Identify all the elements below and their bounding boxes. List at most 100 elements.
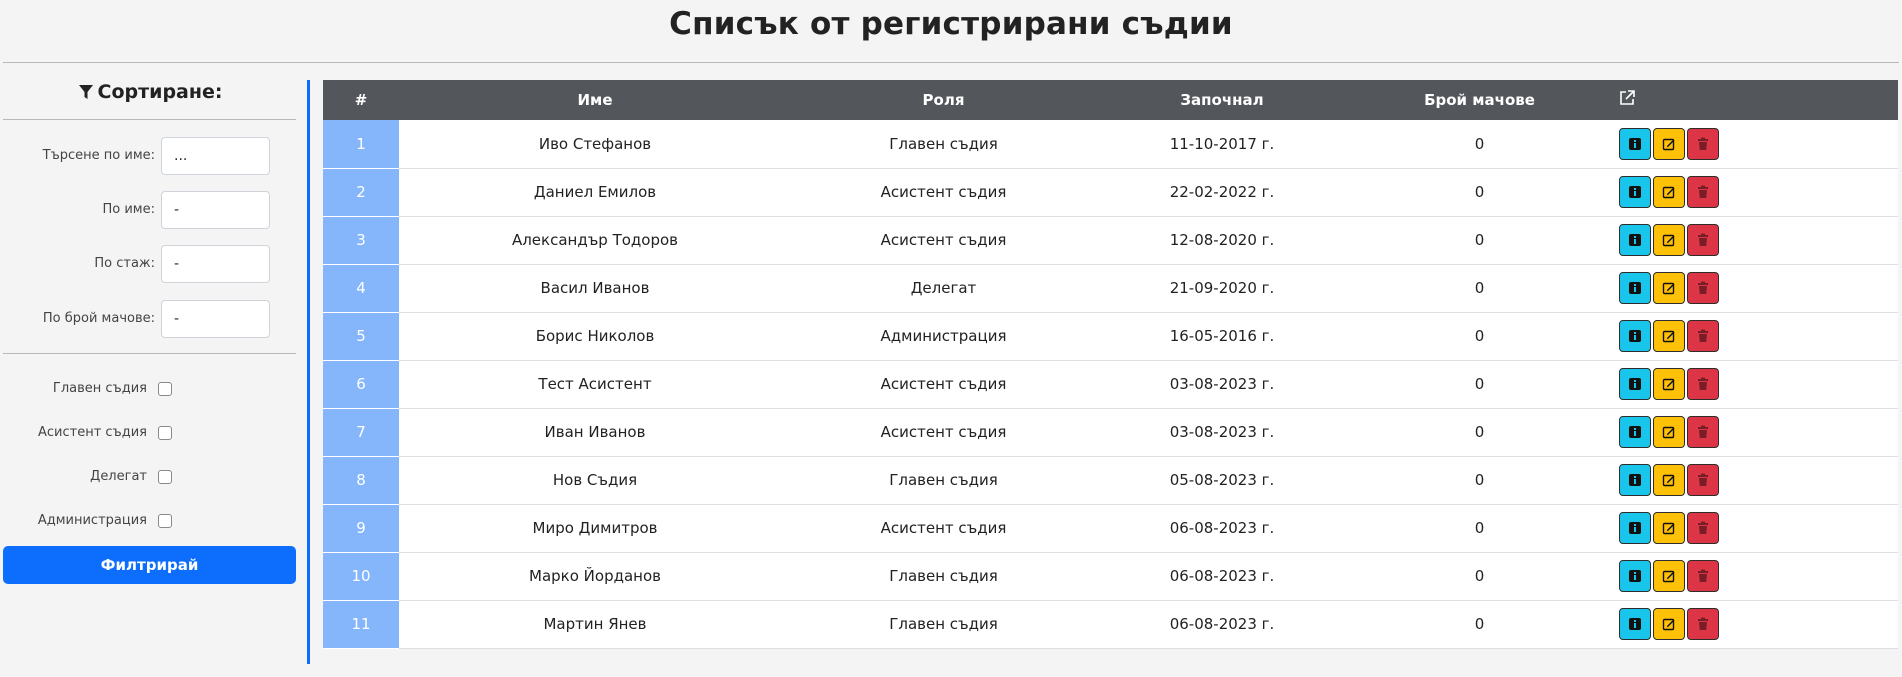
referee-start-date: 16-05-2016 г. bbox=[1169, 327, 1275, 345]
delete-button[interactable] bbox=[1687, 464, 1719, 496]
referee-role: Главен съдия bbox=[889, 134, 998, 153]
col-header-role[interactable]: Роля bbox=[791, 80, 1096, 120]
info-button[interactable] bbox=[1619, 272, 1651, 304]
referee-match-count: 0 bbox=[1474, 327, 1485, 345]
referee-name: Даниел Емилов bbox=[533, 183, 657, 201]
role-filter-assistant-referee: Асистент съдия bbox=[0, 421, 300, 445]
referee-name: Васил Иванов bbox=[540, 279, 650, 297]
delete-button[interactable] bbox=[1687, 512, 1719, 544]
edit-button[interactable] bbox=[1653, 272, 1685, 304]
sort-by-matches-row: По брой мачове: bbox=[0, 299, 300, 339]
referee-match-count: 0 bbox=[1474, 615, 1485, 633]
referees-table-container: # Име Роля Започнал Брой мачове 1 Иво Сте… bbox=[323, 80, 1898, 649]
sidebar-divider bbox=[3, 353, 296, 354]
referee-role: Асистент съдия bbox=[880, 231, 1007, 249]
referee-start-date: 03-08-2023 г. bbox=[1169, 375, 1275, 393]
row-index: 7 bbox=[323, 408, 399, 457]
referee-name: Борис Николов bbox=[535, 327, 655, 345]
edit-button[interactable] bbox=[1653, 416, 1685, 448]
delete-button[interactable] bbox=[1687, 320, 1719, 352]
edit-button[interactable] bbox=[1653, 320, 1685, 352]
info-button[interactable] bbox=[1619, 464, 1651, 496]
row-actions bbox=[1611, 216, 1898, 264]
row-index: 3 bbox=[323, 216, 399, 265]
delete-button[interactable] bbox=[1687, 608, 1719, 640]
row-actions bbox=[1611, 600, 1898, 648]
referee-role: Асистент съдия bbox=[880, 519, 1007, 537]
referee-start-date: 03-08-2023 г. bbox=[1169, 423, 1275, 441]
delete-button[interactable] bbox=[1687, 176, 1719, 208]
role-checkbox[interactable] bbox=[158, 382, 172, 396]
edit-button[interactable] bbox=[1653, 224, 1685, 256]
row-actions bbox=[1611, 408, 1898, 456]
role-checkbox[interactable] bbox=[158, 426, 172, 440]
row-index: 9 bbox=[323, 504, 399, 553]
role-checkbox[interactable] bbox=[158, 514, 172, 528]
sort-by-matches-select[interactable] bbox=[161, 300, 270, 338]
table-row: 2 Даниел Емилов Асистент съдия 22-02-2022 г… bbox=[323, 168, 1898, 217]
referee-match-count: 0 bbox=[1474, 134, 1485, 153]
edit-button[interactable] bbox=[1653, 176, 1685, 208]
referee-match-count: 0 bbox=[1474, 375, 1485, 393]
info-button[interactable] bbox=[1619, 560, 1651, 592]
info-button[interactable] bbox=[1619, 320, 1651, 352]
search-by-name-input[interactable] bbox=[161, 137, 270, 175]
table-header-row: # Име Роля Започнал Брой мачове bbox=[323, 80, 1898, 120]
info-button[interactable] bbox=[1619, 512, 1651, 544]
col-header-name[interactable]: Име bbox=[399, 80, 791, 120]
edit-button[interactable] bbox=[1653, 560, 1685, 592]
row-index: 6 bbox=[323, 360, 399, 409]
referee-match-count: 0 bbox=[1474, 231, 1485, 249]
referee-match-count: 0 bbox=[1474, 183, 1485, 201]
table-row: 5 Борис Николов Администрация 16-05-2016 г.… bbox=[323, 312, 1898, 361]
info-button[interactable] bbox=[1619, 176, 1651, 208]
role-filter-administration: Администрация bbox=[0, 509, 300, 533]
info-button[interactable] bbox=[1619, 368, 1651, 400]
referee-role: Администрация bbox=[880, 327, 1007, 345]
table-row: 6 Тест Асистент Асистент съдия 03-08-2023 г… bbox=[323, 360, 1898, 409]
info-button[interactable] bbox=[1619, 127, 1651, 160]
edit-button[interactable] bbox=[1653, 464, 1685, 496]
info-button[interactable] bbox=[1619, 416, 1651, 448]
info-button[interactable] bbox=[1619, 224, 1651, 256]
referee-role: Главен съдия bbox=[889, 471, 998, 489]
delete-button[interactable] bbox=[1687, 224, 1719, 256]
external-link-icon[interactable] bbox=[1618, 89, 1636, 107]
role-checkbox[interactable] bbox=[158, 470, 172, 484]
referee-start-date: 06-08-2023 г. bbox=[1169, 615, 1275, 633]
edit-button[interactable] bbox=[1653, 368, 1685, 400]
referee-start-date: 06-08-2023 г. bbox=[1169, 567, 1275, 585]
delete-button[interactable] bbox=[1687, 272, 1719, 304]
sort-by-name-select[interactable] bbox=[161, 191, 270, 229]
info-button[interactable] bbox=[1619, 608, 1651, 640]
delete-button[interactable] bbox=[1687, 416, 1719, 448]
edit-button[interactable] bbox=[1653, 512, 1685, 544]
filter-button[interactable]: Филтрирай bbox=[3, 546, 296, 584]
referee-match-count: 0 bbox=[1474, 423, 1485, 441]
referee-start-date: 12-08-2020 г. bbox=[1169, 231, 1275, 249]
col-header-matches[interactable]: Брой мачове bbox=[1348, 80, 1611, 120]
col-header-started[interactable]: Започнал bbox=[1096, 80, 1348, 120]
table-row: 1 Иво Стефанов Главен съдия 11-10-2017 г. 0 bbox=[323, 120, 1898, 169]
delete-button[interactable] bbox=[1687, 368, 1719, 400]
edit-button[interactable] bbox=[1653, 608, 1685, 640]
referee-name: Марко Йорданов bbox=[529, 567, 661, 585]
referee-match-count: 0 bbox=[1474, 279, 1485, 297]
referee-role: Главен съдия bbox=[889, 615, 998, 633]
edit-button[interactable] bbox=[1653, 127, 1685, 160]
col-header-actions bbox=[1611, 80, 1898, 120]
referee-start-date: 06-08-2023 г. bbox=[1169, 519, 1275, 537]
role-filter-label: Главен съдия bbox=[52, 381, 147, 396]
row-actions bbox=[1611, 120, 1898, 168]
referee-role: Асистент съдия bbox=[880, 375, 1007, 393]
delete-button[interactable] bbox=[1687, 127, 1719, 160]
referee-start-date: 05-08-2023 г. bbox=[1169, 471, 1275, 489]
sort-by-experience-select[interactable] bbox=[161, 245, 270, 283]
referee-start-date: 11-10-2017 г. bbox=[1169, 134, 1275, 153]
role-filter-label: Администрация bbox=[37, 513, 147, 528]
row-actions bbox=[1611, 504, 1898, 552]
role-filter-label: Делегат bbox=[90, 469, 147, 484]
row-actions bbox=[1611, 360, 1898, 408]
search-by-name-row: Търсене по име: bbox=[0, 136, 300, 176]
delete-button[interactable] bbox=[1687, 560, 1719, 592]
